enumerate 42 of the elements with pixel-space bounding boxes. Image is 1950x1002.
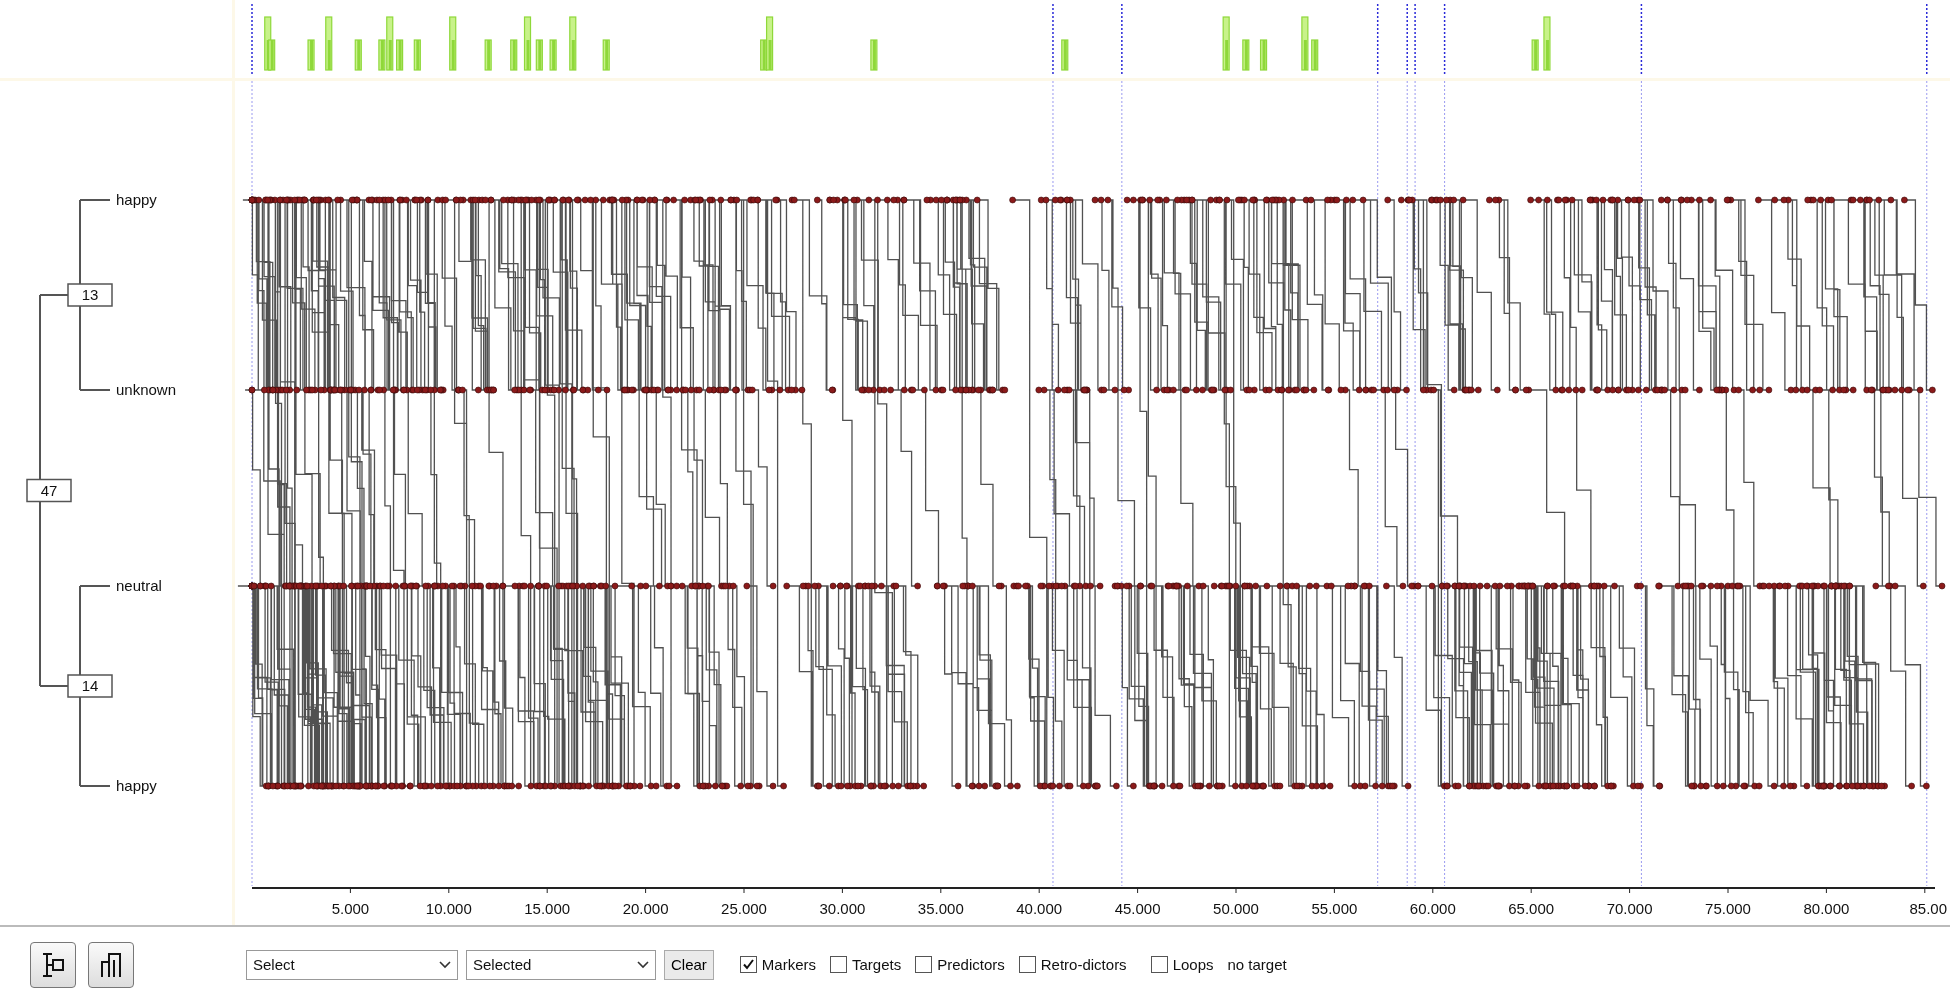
axis-tick-label: 20.000	[622, 900, 669, 917]
axis-tick-label: 60.000	[1409, 900, 1456, 917]
axis-tick-label: 80.000	[1803, 900, 1850, 917]
axis-tick-label: 10.000	[425, 900, 472, 917]
axis-tick-label: 65.000	[1508, 900, 1555, 917]
axis-tick-label: 70.000	[1606, 900, 1653, 917]
chevron-down-icon	[439, 960, 451, 969]
checkbox[interactable]	[915, 956, 933, 973]
selected-dropdown[interactable]: Selected	[466, 949, 656, 980]
axis-tick-label: 85.00	[1909, 900, 1947, 917]
axis-tick-label: 30.000	[819, 900, 866, 917]
axis-tick-label: 75.000	[1705, 900, 1751, 917]
node-count-box: 13	[67, 283, 113, 307]
clear-button[interactable]: Clear	[664, 949, 714, 980]
hierarchy-layout-button[interactable]	[88, 941, 134, 988]
node-count-box: 14	[67, 674, 113, 698]
checkbox-label: Predictors	[937, 956, 1005, 973]
select-dropdown[interactable]: Select	[246, 949, 458, 980]
axis-tick-label: 5.000	[331, 900, 370, 917]
checkbox[interactable]	[1018, 956, 1036, 973]
checkbox-label: Targets	[852, 956, 902, 973]
node-count-box: 47	[26, 478, 72, 503]
checkbox-label: Loops	[1172, 956, 1214, 973]
checkbox[interactable]	[830, 956, 848, 973]
leaf-label: unknown	[116, 381, 177, 398]
axis-tick-label: 40.000	[1016, 900, 1063, 917]
axis-tick-label: 50.000	[1213, 900, 1259, 917]
status-text: no target	[1227, 956, 1287, 973]
checkbox[interactable]	[1150, 956, 1168, 973]
leaf-label: happy	[116, 191, 157, 208]
chevron-down-icon	[637, 960, 649, 969]
tree-layout-button[interactable]	[30, 941, 76, 988]
axis-tick-label: 35.000	[917, 900, 964, 917]
axis-tick-label: 25.000	[721, 900, 767, 917]
axis-tick-label: 55.000	[1311, 900, 1358, 917]
axis-tick-label: 15.000	[524, 900, 571, 917]
checkbox-label: Markers	[761, 956, 817, 973]
checkbox-label: Retro-dictors	[1040, 956, 1127, 973]
leaf-label: happy	[116, 777, 157, 794]
axis-tick-label: 45.000	[1114, 900, 1161, 917]
leaf-label: neutral	[116, 577, 162, 594]
checkbox[interactable]	[739, 956, 757, 973]
